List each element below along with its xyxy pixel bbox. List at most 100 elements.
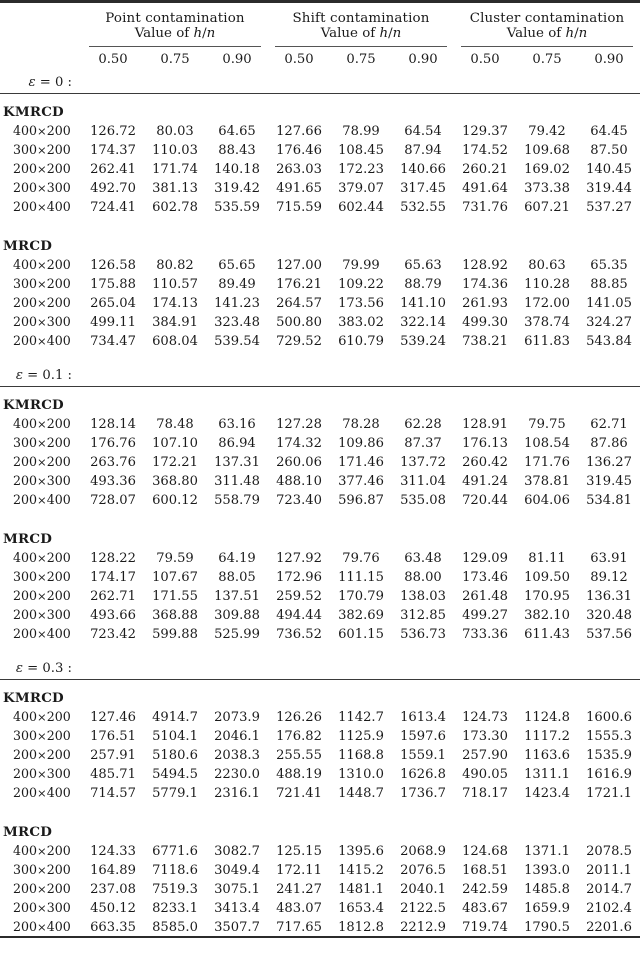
group-title-1: Shift contamination bbox=[292, 11, 430, 26]
data-cell: 63.91 bbox=[590, 550, 628, 566]
data-cell: 738.21 bbox=[462, 333, 508, 349]
data-cell: 80.03 bbox=[156, 123, 194, 139]
data-cell: 1124.8 bbox=[524, 709, 570, 725]
table-row: 200×300 493.66 368.88 309.88 494.44 382.69 312… bbox=[0, 605, 640, 624]
data-cell: 2122.5 bbox=[400, 900, 446, 916]
row-label: 200×400 bbox=[13, 491, 71, 507]
section-gap bbox=[0, 643, 640, 654]
data-cell: 1310.0 bbox=[338, 766, 384, 782]
data-cell: 2201.6 bbox=[586, 919, 632, 935]
data-cell: 2078.5 bbox=[586, 843, 632, 859]
data-cell: 1535.9 bbox=[586, 747, 632, 763]
data-cell: 241.27 bbox=[276, 881, 322, 897]
table-row: 300×200 164.89 7118.6 3049.4 172.11 1415.2 207… bbox=[0, 860, 640, 879]
row-label: 300×200 bbox=[13, 141, 71, 157]
data-cell: 174.17 bbox=[90, 569, 136, 585]
data-cell: 1393.0 bbox=[524, 862, 570, 878]
data-cell: 599.88 bbox=[152, 626, 198, 642]
data-cell: 109.86 bbox=[338, 435, 384, 451]
table-row: 400×200 127.46 4914.7 2073.9 126.26 1142.7 161… bbox=[0, 707, 640, 726]
table-row: 200×400 724.41 602.78 535.59 715.59 602.44 532… bbox=[0, 197, 640, 216]
data-cell: 1125.9 bbox=[338, 728, 384, 744]
data-cell: 137.72 bbox=[400, 454, 446, 470]
data-cell: 171.55 bbox=[152, 588, 198, 604]
data-cell: 723.42 bbox=[90, 626, 136, 642]
data-cell: 535.08 bbox=[400, 492, 446, 508]
data-cell: 1448.7 bbox=[338, 785, 384, 801]
data-cell: 260.06 bbox=[276, 454, 322, 470]
data-cell: 242.59 bbox=[462, 881, 508, 897]
data-cell: 731.76 bbox=[462, 199, 508, 215]
data-cell: 78.28 bbox=[342, 416, 380, 432]
data-cell: 602.78 bbox=[152, 199, 198, 215]
table-row: 200×200 262.71 171.55 137.51 259.52 170.79 138… bbox=[0, 586, 640, 605]
row-label: 400×200 bbox=[13, 708, 71, 724]
group-title-row: Point contamination Shift contamination Cl… bbox=[0, 7, 640, 26]
hn-header-row: 0.50 0.75 0.90 0.50 0.75 0.90 0.50 0.75 0.90 bbox=[0, 49, 640, 68]
data-cell: 109.68 bbox=[524, 142, 570, 158]
data-cell: 1163.6 bbox=[524, 747, 570, 763]
table-row: 200×200 257.91 5180.6 2038.3 255.55 1168.8 155… bbox=[0, 745, 640, 764]
data-cell: 88.85 bbox=[590, 276, 628, 292]
table-row: 200×200 237.08 7519.3 3075.1 241.27 1481.1 204… bbox=[0, 879, 640, 898]
data-cell: 64.19 bbox=[218, 550, 256, 566]
method-name-row: MRCD bbox=[0, 817, 640, 841]
method-name-row: KMRCD bbox=[0, 390, 640, 414]
data-cell: 80.82 bbox=[156, 257, 194, 273]
row-label: 300×200 bbox=[13, 275, 71, 291]
block-gap bbox=[0, 216, 640, 231]
data-cell: 1653.4 bbox=[338, 900, 384, 916]
row-label: 300×200 bbox=[13, 568, 71, 584]
data-cell: 317.45 bbox=[400, 180, 446, 196]
data-cell: 237.08 bbox=[90, 881, 136, 897]
data-cell: 2068.9 bbox=[400, 843, 446, 859]
hn-header-8: 0.90 bbox=[594, 52, 624, 67]
row-label: 200×400 bbox=[13, 625, 71, 641]
data-cell: 168.51 bbox=[462, 862, 508, 878]
data-cell: 140.18 bbox=[214, 161, 260, 177]
row-label: 200×200 bbox=[13, 587, 71, 603]
data-cell: 124.73 bbox=[462, 709, 508, 725]
data-cell: 1311.1 bbox=[524, 766, 570, 782]
data-cell: 368.80 bbox=[152, 473, 198, 489]
data-cell: 6771.6 bbox=[152, 843, 198, 859]
data-cell: 262.71 bbox=[90, 588, 136, 604]
data-cell: 87.94 bbox=[404, 142, 442, 158]
data-cell: 176.51 bbox=[90, 728, 136, 744]
data-cell: 173.56 bbox=[338, 295, 384, 311]
data-cell: 127.28 bbox=[276, 416, 322, 432]
data-cell: 537.56 bbox=[586, 626, 632, 642]
data-cell: 64.65 bbox=[218, 123, 256, 139]
data-cell: 88.79 bbox=[404, 276, 442, 292]
data-cell: 128.92 bbox=[462, 257, 508, 273]
row-label: 400×200 bbox=[13, 842, 71, 858]
data-cell: 5104.1 bbox=[152, 728, 198, 744]
row-label: 200×400 bbox=[13, 784, 71, 800]
data-cell: 733.36 bbox=[462, 626, 508, 642]
data-cell: 176.82 bbox=[276, 728, 322, 744]
data-cell: 734.47 bbox=[90, 333, 136, 349]
data-cell: 382.10 bbox=[524, 607, 570, 623]
data-cell: 536.73 bbox=[400, 626, 446, 642]
row-label: 400×200 bbox=[13, 549, 71, 565]
data-cell: 499.30 bbox=[462, 314, 508, 330]
epsilon-row-filler bbox=[82, 654, 640, 680]
data-cell: 125.15 bbox=[276, 843, 322, 859]
table-row: 200×300 499.11 384.91 323.48 500.80 383.02 322… bbox=[0, 312, 640, 331]
data-cell: 174.52 bbox=[462, 142, 508, 158]
data-cell: 718.17 bbox=[462, 785, 508, 801]
hn-header-4: 0.75 bbox=[346, 52, 376, 67]
data-cell: 62.28 bbox=[404, 416, 442, 432]
table-row: 200×300 493.36 368.80 311.48 488.10 377.46 311… bbox=[0, 471, 640, 490]
hn-header-spacer bbox=[0, 49, 82, 68]
data-cell: 172.21 bbox=[152, 454, 198, 470]
data-cell: 128.14 bbox=[90, 416, 136, 432]
row-label: 200×400 bbox=[13, 332, 71, 348]
data-cell: 537.27 bbox=[586, 199, 632, 215]
data-cell: 169.02 bbox=[524, 161, 570, 177]
data-cell: 79.42 bbox=[528, 123, 566, 139]
data-cell: 383.02 bbox=[338, 314, 384, 330]
hn-header-6: 0.50 bbox=[470, 52, 500, 67]
table-row: 200×200 262.41 171.74 140.18 263.03 172.23 140… bbox=[0, 159, 640, 178]
block-gap bbox=[0, 509, 640, 524]
